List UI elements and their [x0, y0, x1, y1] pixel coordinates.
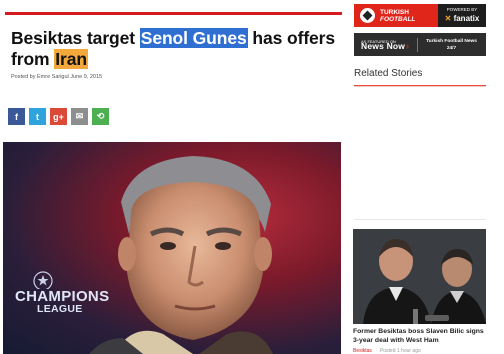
share-bar: f t g+ ✉ ⟲ [8, 108, 109, 125]
fanatix-label: fanatix [453, 14, 480, 23]
title-text: Besiktas target [11, 28, 140, 48]
related-stories-heading: Related Stories [354, 68, 423, 79]
newsnow-brand: News Now [361, 41, 406, 51]
article-title: Besiktas target Senol Gunes has offers f… [11, 28, 341, 70]
google-plus-icon[interactable]: g+ [50, 108, 67, 125]
banner-divider [417, 37, 419, 52]
article-top-rule [5, 12, 342, 15]
football-icon [360, 8, 375, 23]
turkish-football-banner[interactable]: TURKISH FOOTBALL POWERED BY ✕ fanatix [354, 4, 486, 27]
page: Besiktas target Senol Gunes has offers f… [0, 0, 504, 354]
byline: Posted by Emre Sarigul June 9, 2015 [11, 74, 103, 80]
wordmark-line-1: CHAMPIONS [15, 288, 110, 305]
coach-photo [89, 156, 273, 354]
tagline-line-2: 24/7 [446, 45, 457, 51]
logo-line-1: TURKISH [380, 8, 409, 16]
press-conference-photo [353, 229, 486, 324]
powered-by-box: POWERED BY ✕ fanatix [438, 4, 486, 27]
turkish-football-logo: TURKISH FOOTBALL [380, 9, 415, 23]
facebook-icon[interactable]: f [8, 108, 25, 125]
related-story-time: Posted 1 hour ago [379, 348, 421, 354]
logo-line-2: FOOTBALL [380, 15, 416, 23]
powered-by-label: POWERED BY [446, 7, 478, 12]
related-story-meta: Besiktas Posted 1 hour ago [353, 348, 421, 354]
related-stories-rule-shadow [354, 86, 486, 87]
title-highlight-iran: Iran [54, 49, 88, 69]
newsnow-logo: AS FEATURED ON News Now› [361, 39, 410, 51]
newsnow-banner[interactable]: AS FEATURED ON News Now› Turkish Footbal… [354, 33, 486, 56]
chevron-right-icon: › [406, 41, 410, 51]
twitter-icon[interactable]: t [29, 108, 46, 125]
related-story-thumbnail[interactable] [353, 229, 486, 324]
newsnow-tagline: Turkish Football News 24/7 [426, 38, 477, 52]
related-story-title-link[interactable]: Former Besiktas boss Slaven Bilic signs … [353, 328, 488, 345]
fanatix-logo: ✕ fanatix [444, 14, 480, 23]
related-story-category-link[interactable]: Besiktas [353, 348, 372, 354]
sidebar-divider [354, 219, 486, 220]
champions-league-star-logo [33, 271, 53, 289]
article-hero-image: CHAMPIONS LEAGUE [3, 142, 341, 354]
tagline-line-1: Turkish Football News [426, 38, 477, 44]
sharethis-icon[interactable]: ⟲ [92, 108, 109, 125]
email-icon[interactable]: ✉ [71, 108, 88, 125]
title-highlight-senol-gunes: Senol Gunes [139, 28, 248, 48]
champions-league-wordmark: CHAMPIONS LEAGUE [15, 288, 110, 316]
